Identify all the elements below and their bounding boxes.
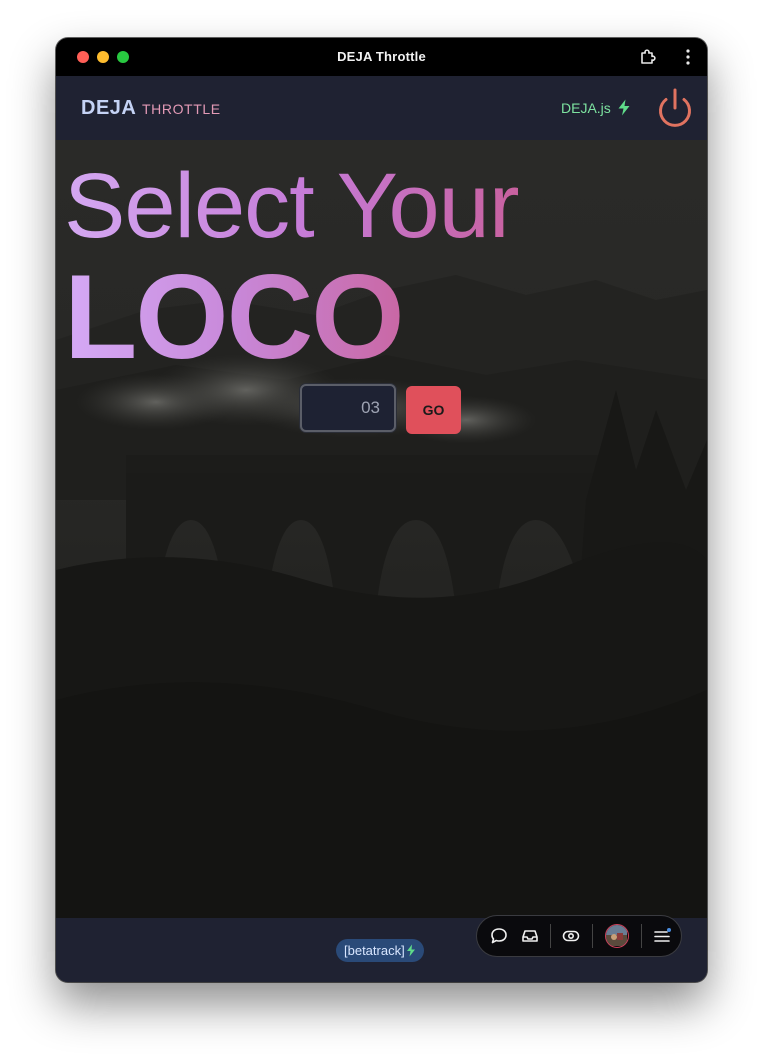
more-options-icon[interactable]: [679, 48, 697, 66]
power-icon[interactable]: [654, 88, 696, 130]
hero-title-line2: LOCO: [64, 250, 405, 384]
inbox-icon[interactable]: [520, 926, 540, 946]
footer-bar: [betatrack]: [56, 915, 707, 982]
lightning-icon: [618, 99, 630, 116]
chat-icon[interactable]: [489, 926, 509, 946]
dejajs-link-label: DEJA.js: [561, 99, 611, 116]
avatar-image: [606, 925, 627, 946]
avatar[interactable]: [605, 924, 629, 948]
layout-chip-label: [betatrack]: [344, 943, 405, 958]
hero-section: Select Your LOCO GO: [56, 140, 707, 918]
eye-icon[interactable]: [561, 926, 581, 946]
browser-window: DEJA Throttle DEJA THROTTLE DEJA.js Sele…: [56, 38, 707, 982]
dejajs-link[interactable]: DEJA.js: [561, 99, 631, 116]
go-button[interactable]: GO: [406, 386, 461, 434]
brand-logo[interactable]: DEJA: [81, 97, 136, 120]
dock-divider: [550, 924, 551, 948]
layout-chip[interactable]: [betatrack]: [336, 939, 424, 962]
floating-dock: [476, 915, 682, 957]
app-subtitle: THROTTLE: [142, 101, 221, 117]
dock-divider: [641, 924, 642, 948]
hero-title-line1: Select Your: [64, 155, 519, 257]
app-header: DEJA THROTTLE DEJA.js: [56, 76, 707, 140]
window-title: DEJA Throttle: [337, 49, 426, 64]
lightning-icon: [406, 944, 415, 957]
title-bar: DEJA Throttle: [56, 38, 707, 76]
notification-dot: [667, 928, 671, 932]
menu-icon[interactable]: [652, 926, 672, 946]
extensions-icon[interactable]: [639, 48, 657, 66]
loco-address-input[interactable]: [300, 384, 396, 432]
dock-divider: [592, 924, 593, 948]
